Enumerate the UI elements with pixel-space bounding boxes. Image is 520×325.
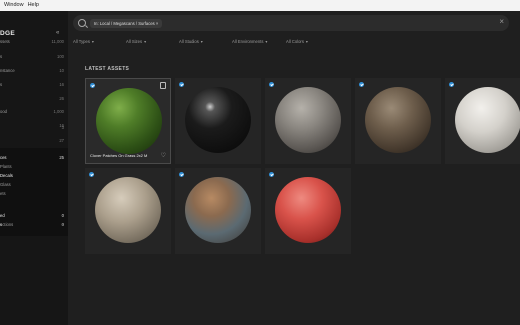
sidebar-item-plants[interactable]: Plants bbox=[0, 164, 64, 169]
asset-title: Clover Patches On Grass 2x2 M bbox=[90, 153, 148, 158]
section-title: LATEST ASSETS bbox=[85, 66, 130, 72]
material-sphere-black-tiles bbox=[185, 87, 251, 153]
filter-environments[interactable]: All Environments ▾ bbox=[232, 39, 267, 44]
asset-card[interactable] bbox=[85, 168, 171, 254]
asset-card[interactable] bbox=[445, 78, 520, 164]
sidebar-item[interactable]: s 16 bbox=[0, 82, 64, 87]
material-sphere-rocky-dirt bbox=[365, 87, 431, 153]
material-sphere-clover-grass bbox=[96, 88, 162, 154]
material-sphere-red-painted-metal bbox=[275, 177, 341, 243]
sidebar-item[interactable]: ood 1,000 bbox=[0, 109, 64, 114]
sidebar: DGE « ssets 11,000 s 100 nstance 10 s 16 26 … bbox=[0, 11, 68, 325]
menu-help[interactable]: Help bbox=[28, 2, 39, 8]
sidebar-item-surfaces[interactable]: ces 25 bbox=[0, 155, 64, 160]
sidebar-item[interactable]: nstance 10 bbox=[0, 68, 64, 73]
downloaded-badge-icon bbox=[179, 82, 184, 87]
downloaded-badge-icon bbox=[269, 172, 274, 177]
sidebar-item[interactable]: s 100 bbox=[0, 54, 64, 59]
search-scope-chip[interactable]: In: Local / Megascans / Surfaces × bbox=[90, 18, 163, 28]
downloaded-badge-icon bbox=[269, 82, 274, 87]
downloaded-badge-icon bbox=[449, 82, 454, 87]
asset-card[interactable] bbox=[175, 78, 261, 164]
menu-window[interactable]: Window bbox=[4, 2, 24, 8]
asset-card[interactable] bbox=[265, 78, 351, 164]
close-icon[interactable]: × bbox=[499, 17, 504, 26]
material-sphere-layered-stone bbox=[95, 177, 161, 243]
sidebar-item[interactable]: ssets 11,000 bbox=[0, 39, 64, 44]
material-sphere-rusty-metal bbox=[185, 177, 251, 243]
sidebar-item[interactable]: ets bbox=[0, 191, 64, 196]
chevron-down-icon: ▾ bbox=[305, 39, 308, 44]
chevron-down-icon: ▾ bbox=[200, 39, 203, 44]
asset-card[interactable] bbox=[355, 78, 441, 164]
downloaded-badge-icon bbox=[359, 82, 364, 87]
chevron-down-icon: ▾ bbox=[91, 39, 94, 44]
material-sphere-white-panels bbox=[455, 87, 520, 153]
bookmark-icon[interactable] bbox=[160, 82, 166, 89]
filter-sizes[interactable]: All Sizes ▾ bbox=[126, 39, 146, 44]
asset-card[interactable] bbox=[175, 168, 261, 254]
downloaded-badge-icon bbox=[179, 172, 184, 177]
chevron-down-icon: ▾ bbox=[144, 39, 147, 44]
asset-card[interactable]: Clover Patches On Grass 2x2 M ♡ bbox=[85, 78, 171, 164]
menu-bar: Window Help bbox=[0, 0, 520, 11]
filter-colors[interactable]: All Colors ▾ bbox=[286, 39, 308, 44]
collapse-sidebar-icon[interactable]: « bbox=[56, 30, 59, 36]
chip-close-icon[interactable]: × bbox=[156, 21, 158, 26]
sidebar-item-decals[interactable]: Decals bbox=[0, 173, 64, 178]
chevron-down-icon: ▾ bbox=[265, 39, 268, 44]
filter-studios[interactable]: All Studios ▾ bbox=[179, 39, 203, 44]
sidebar-item-collections[interactable]: ections 3 bbox=[0, 222, 64, 227]
filter-types[interactable]: All Types ▾ bbox=[73, 39, 94, 44]
material-sphere-gravel-concrete bbox=[275, 87, 341, 153]
search-icon bbox=[78, 19, 86, 27]
downloaded-badge-icon bbox=[90, 83, 95, 88]
search-bar[interactable]: In: Local / Megascans / Surfaces × × bbox=[73, 15, 509, 31]
asset-card[interactable] bbox=[265, 168, 351, 254]
sidebar-item[interactable]: ed 0 bbox=[0, 213, 64, 218]
downloaded-badge-icon bbox=[89, 172, 94, 177]
sidebar-item-glass[interactable]: Glass bbox=[0, 182, 64, 187]
heart-icon[interactable]: ♡ bbox=[161, 153, 166, 159]
app-logo: DGE bbox=[0, 30, 15, 37]
